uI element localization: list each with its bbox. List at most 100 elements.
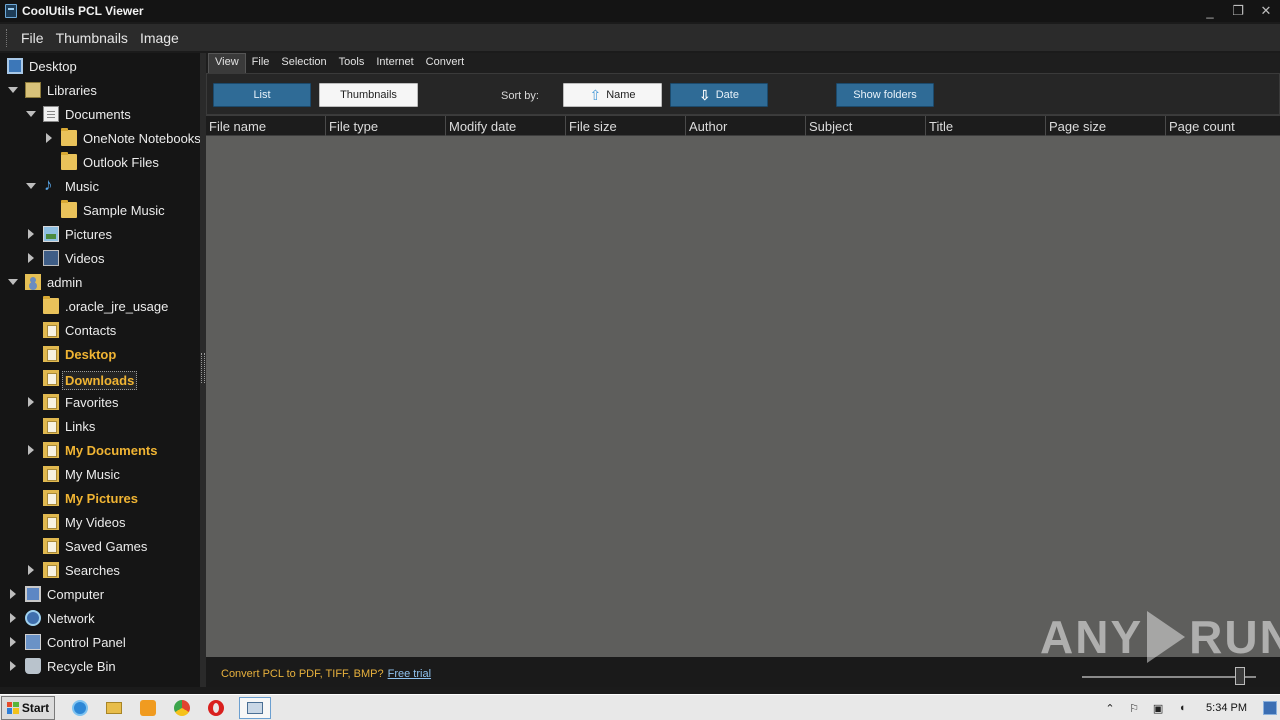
column-page-count[interactable]: Page count <box>1166 116 1280 136</box>
expand-arrow-icon[interactable] <box>8 589 18 599</box>
thumbnails-view-button[interactable]: Thumbnails <box>319 83 418 107</box>
expand-arrow-icon[interactable] <box>8 637 18 647</box>
tree-item[interactable]: Outlook Files <box>0 150 200 174</box>
tree-item-label: .oracle_jre_usage <box>65 299 169 314</box>
column-title[interactable]: Title <box>926 116 1046 136</box>
show-folders-button[interactable]: Show folders <box>836 83 934 107</box>
tab-view[interactable]: View <box>208 53 246 73</box>
collapse-arrow-icon[interactable] <box>26 109 36 119</box>
collapse-arrow-icon[interactable] <box>8 85 18 95</box>
tab-tools[interactable]: Tools <box>333 53 371 73</box>
expand-arrow-icon[interactable] <box>8 613 18 623</box>
column-page-size[interactable]: Page size <box>1046 116 1166 136</box>
tree-item[interactable]: .oracle_jre_usage <box>0 294 200 318</box>
expand-arrow-icon[interactable] <box>26 253 36 263</box>
videos-icon <box>43 250 59 266</box>
free-trial-link[interactable]: Free trial <box>388 668 431 680</box>
menu-file[interactable]: File <box>15 30 50 46</box>
taskbar-opera-icon[interactable] <box>205 697 227 719</box>
expand-arrow-icon[interactable] <box>44 133 54 143</box>
tree-item[interactable]: My Videos <box>0 510 200 534</box>
tree-item[interactable]: My Documents <box>0 438 200 462</box>
tree-item[interactable]: Saved Games <box>0 534 200 558</box>
expand-arrow-icon[interactable] <box>26 565 36 575</box>
expand-arrow-icon[interactable] <box>26 445 36 455</box>
collapse-arrow-icon[interactable] <box>8 277 18 287</box>
menu-thumbnails[interactable]: Thumbnails <box>50 30 134 46</box>
collapse-arrow-icon[interactable] <box>26 181 36 191</box>
taskbar-pcl-viewer-button[interactable] <box>239 696 271 719</box>
start-button[interactable]: Start <box>1 695 55 720</box>
tree-item[interactable]: Sample Music <box>0 198 200 222</box>
taskbar: Start ⌃ ⚐ ▣ ◖ 5:34 PM <box>0 694 1280 720</box>
taskbar-explorer-icon[interactable] <box>103 697 125 719</box>
tree-item[interactable]: OneNote Notebooks <box>0 126 200 150</box>
column-author[interactable]: Author <box>686 116 806 136</box>
tree-item-label: admin <box>47 275 83 290</box>
tree-item[interactable]: Videos <box>0 246 200 270</box>
sort-by-label: Sort by: <box>501 90 539 102</box>
show-desktop-button[interactable] <box>1263 701 1277 715</box>
tab-internet[interactable]: Internet <box>370 53 419 73</box>
splitter-grip[interactable] <box>201 353 205 383</box>
tab-convert[interactable]: Convert <box>420 53 471 73</box>
tree-item[interactable]: Libraries <box>0 78 200 102</box>
tree-item[interactable]: Control Panel <box>0 630 200 654</box>
column-file-size[interactable]: File size <box>566 116 686 136</box>
column-file-type[interactable]: File type <box>326 116 446 136</box>
menu-image[interactable]: Image <box>134 30 185 46</box>
taskbar-chrome-icon[interactable] <box>171 697 193 719</box>
thumbnails-view-label: Thumbnails <box>340 89 397 101</box>
tab-selection[interactable]: Selection <box>275 53 332 73</box>
tree-item[interactable]: Searches <box>0 558 200 582</box>
documents-icon <box>43 106 59 122</box>
sort-date-button[interactable]: ⇩ Date <box>670 83 768 107</box>
user-folder-icon <box>25 274 41 290</box>
zoom-slider-thumb[interactable] <box>1235 667 1245 685</box>
column-file-name[interactable]: File name <box>206 116 326 136</box>
column-modify-date[interactable]: Modify date <box>446 116 566 136</box>
tree-item[interactable]: Contacts <box>0 318 200 342</box>
tree-item[interactable]: Network <box>0 606 200 630</box>
tree-item[interactable]: Desktop <box>0 54 200 78</box>
column-subject[interactable]: Subject <box>806 116 926 136</box>
tree-item[interactable]: Favorites <box>0 390 200 414</box>
zoom-slider-track[interactable] <box>1082 676 1256 678</box>
list-view-button[interactable]: List <box>213 83 311 107</box>
tree-item[interactable]: admin <box>0 270 200 294</box>
taskbar-media-player-icon[interactable] <box>137 697 159 719</box>
tree-item[interactable]: Recycle Bin <box>0 654 200 678</box>
expand-arrow-icon[interactable] <box>26 397 36 407</box>
tree-item[interactable]: My Music <box>0 462 200 486</box>
tree-item[interactable]: Documents <box>0 102 200 126</box>
computer-icon <box>25 586 41 602</box>
tree-item[interactable]: Links <box>0 414 200 438</box>
tree-item[interactable]: Computer <box>0 582 200 606</box>
tree-item[interactable]: My Pictures <box>0 486 200 510</box>
volume-icon[interactable]: ◖ <box>1175 701 1189 715</box>
tree-item[interactable]: Pictures <box>0 222 200 246</box>
file-list-body[interactable] <box>206 136 1280 657</box>
tree-item[interactable]: Downloads <box>0 366 200 390</box>
expand-arrow-icon[interactable] <box>26 229 36 239</box>
restore-button[interactable]: ❐ <box>1224 0 1252 22</box>
watermark-right-text: RUN <box>1189 611 1280 663</box>
minimize-button[interactable]: _ <box>1196 0 1224 22</box>
action-center-flag-icon[interactable]: ⚐ <box>1127 701 1141 715</box>
tree-item-label: Libraries <box>47 83 97 98</box>
links-folder-icon <box>43 418 59 434</box>
sort-name-button[interactable]: ⇧ Name <box>563 83 662 107</box>
tree-item-label: Videos <box>65 251 105 266</box>
expand-arrow-icon[interactable] <box>8 661 18 671</box>
system-clock[interactable]: 5:34 PM <box>1206 702 1247 714</box>
tray-expand-icon[interactable]: ⌃ <box>1103 701 1117 715</box>
network-tray-icon[interactable]: ▣ <box>1151 701 1165 715</box>
tree-item[interactable]: Desktop <box>0 342 200 366</box>
system-tray: ⌃ ⚐ ▣ ◖ 5:34 PM <box>1098 695 1280 720</box>
tab-file[interactable]: File <box>246 53 276 73</box>
taskbar-ie-icon[interactable] <box>69 697 91 719</box>
tree-item[interactable]: Music <box>0 174 200 198</box>
folder-tree[interactable]: Desktop Libraries Documents OneNote Noteboo… <box>0 53 200 687</box>
close-button[interactable]: ✕ <box>1252 0 1280 22</box>
app-icon <box>5 4 17 18</box>
